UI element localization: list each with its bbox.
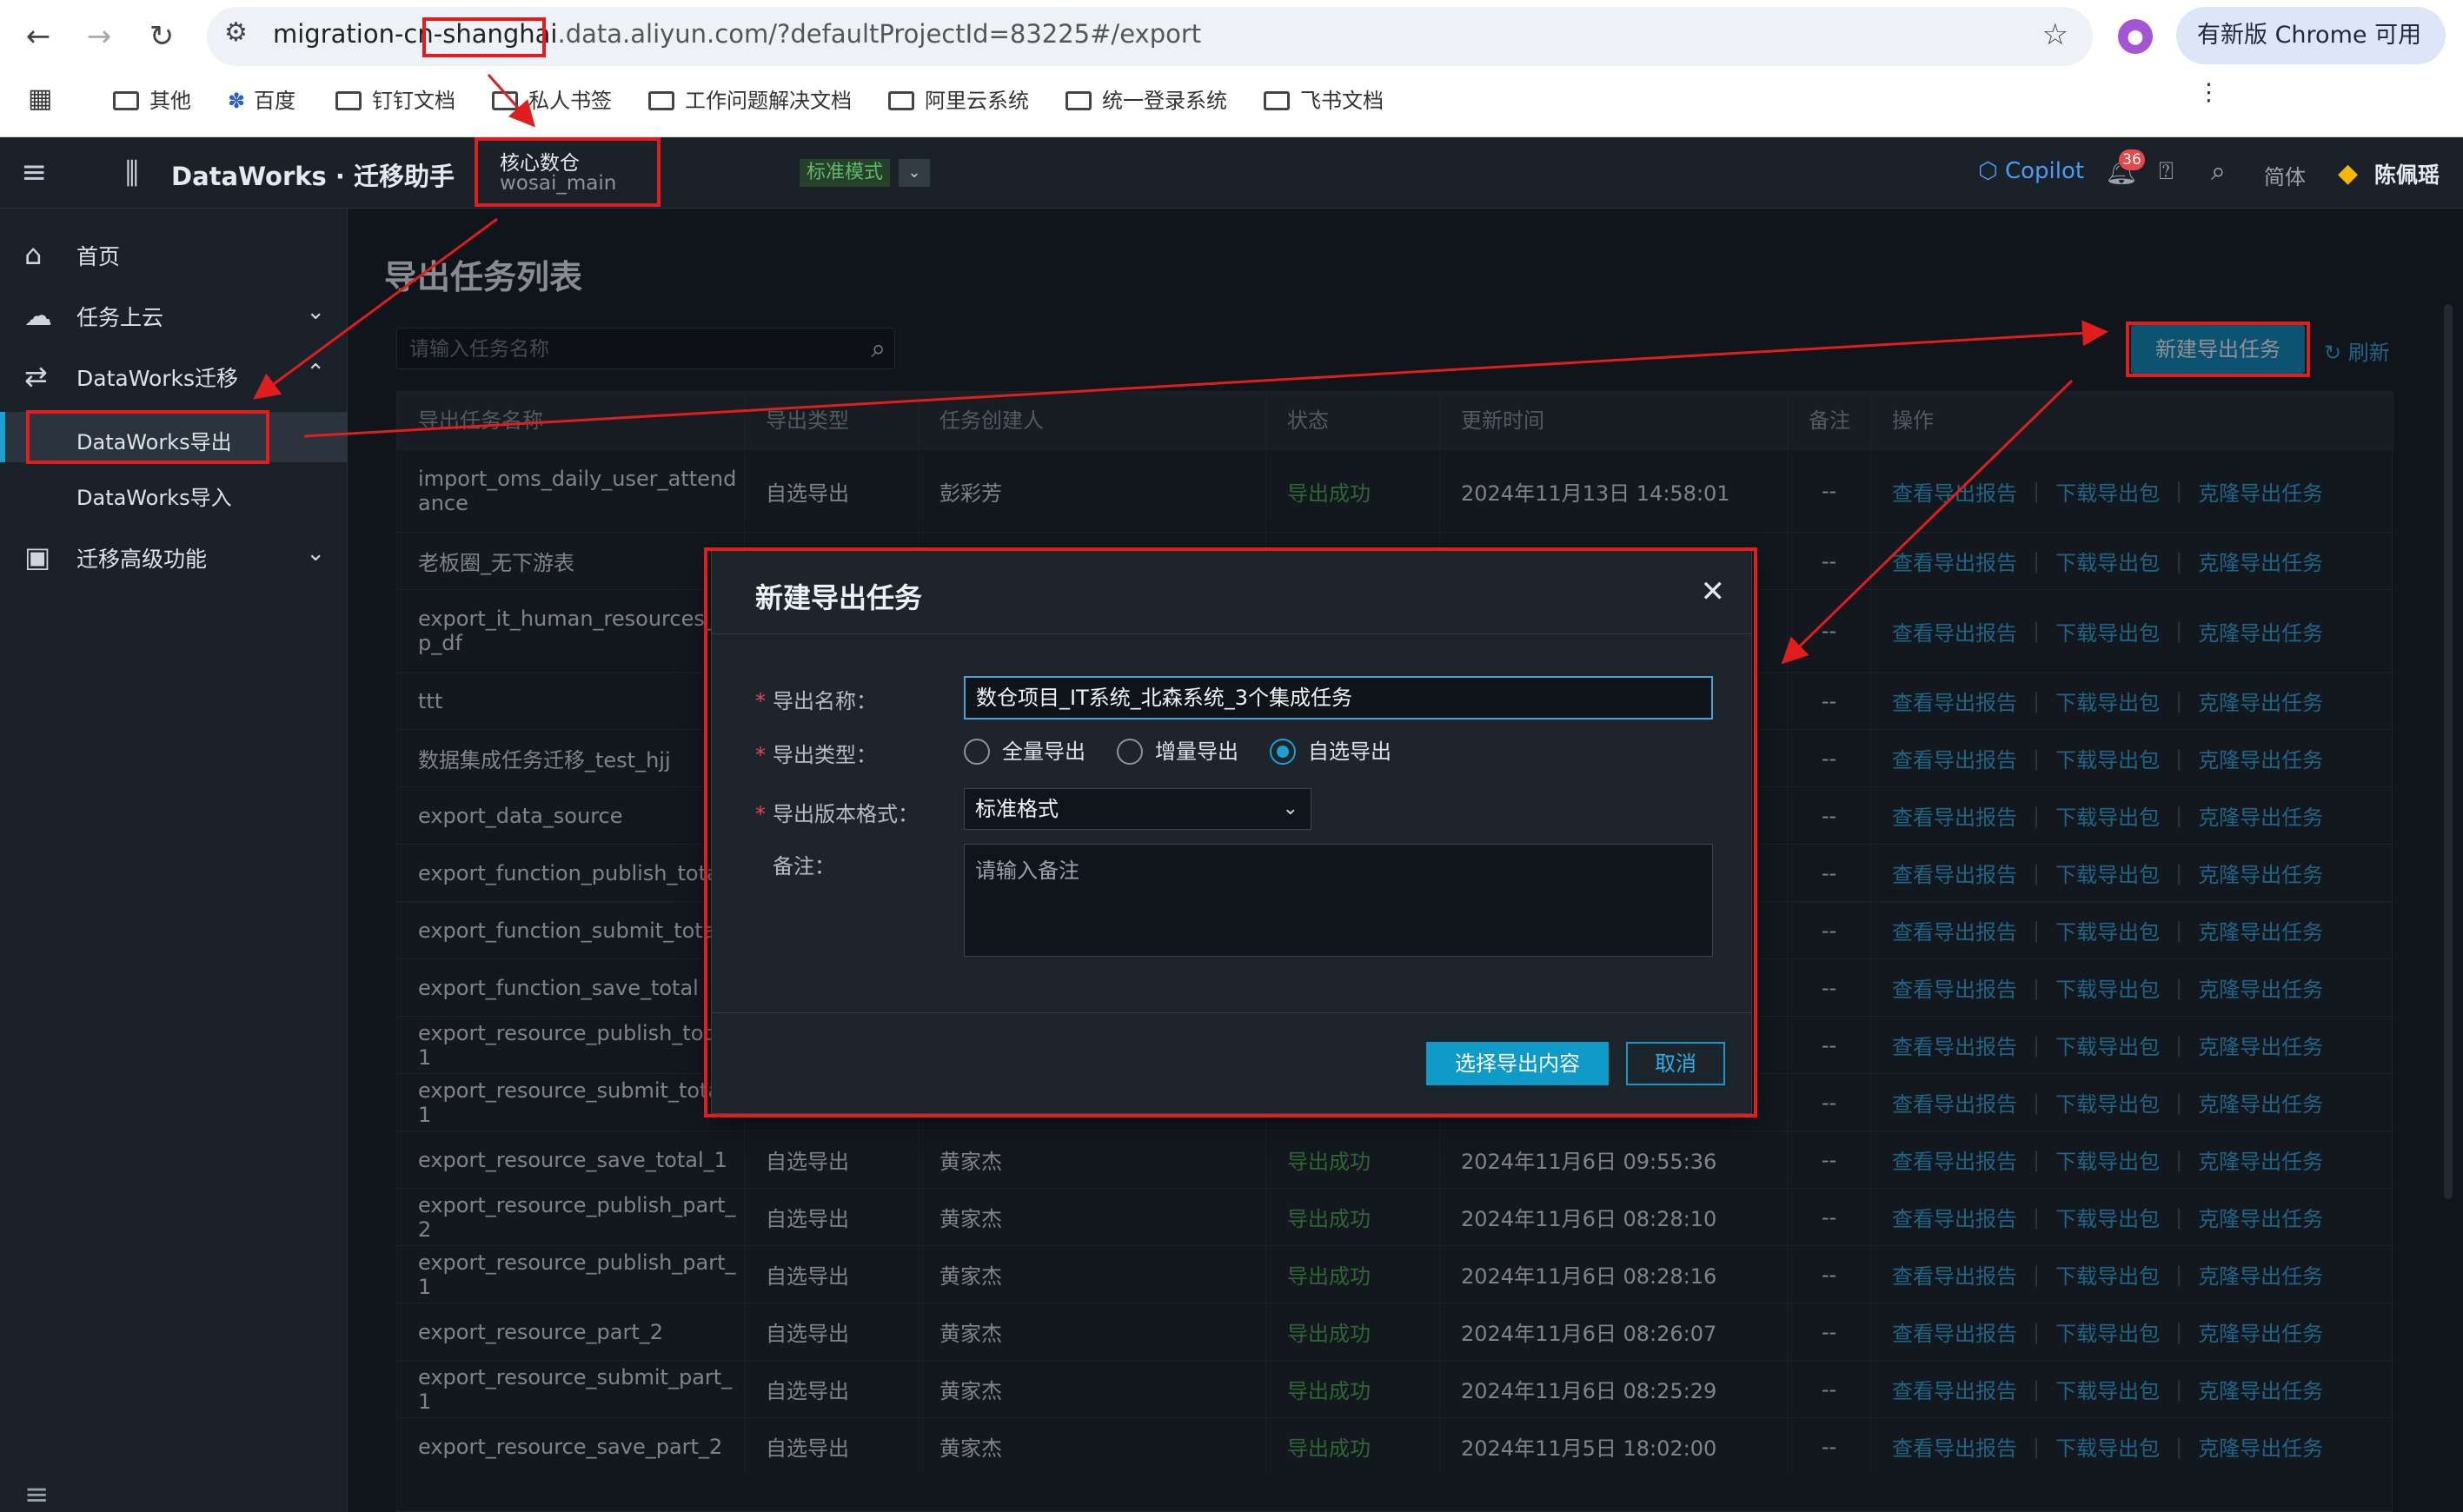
bookmark-private[interactable]: 私人书签 [492,83,612,114]
menu-icon[interactable]: ≡ [21,155,47,190]
folder-icon [1264,91,1290,110]
bookmark-work-docs[interactable]: 工作问题解决文档 [648,83,852,114]
annotation-box-url [422,17,546,57]
migration-icon: ⇄ [24,360,48,393]
bookmark-other[interactable]: 其他 [113,83,191,114]
chevron-up-icon: ⌃ [306,360,325,386]
bookmark-aliyun[interactable]: 阿里云系统 [888,83,1029,114]
search-icon[interactable]: ⌕ [2211,156,2226,187]
sidebar-item-task-cloud[interactable]: ☁ 任务上云 ⌄ [0,287,348,342]
help-icon[interactable]: ⍰ [2159,156,2174,186]
notification-badge: 36 [2119,149,2145,170]
language-switch[interactable]: 简体 [2264,160,2306,190]
bookmark-star-icon[interactable]: ☆ [2042,17,2068,52]
chrome-update-button[interactable]: 有新版 Chrome 可用 ⋮ [2176,7,2446,106]
folder-icon [492,91,518,110]
chevron-down-icon: ⌄ [306,540,325,567]
forward-icon[interactable]: → [78,16,120,57]
apps-grid-icon[interactable]: ▦ [28,83,52,114]
copilot-button[interactable]: ⬡ Copilot [1978,158,2084,184]
app-title: DataWorks · 迁移助手 [171,162,455,191]
sidebar-item-import[interactable]: DataWorks导入 [0,468,348,518]
bookmark-feishu-docs[interactable]: 飞书文档 [1264,83,1384,114]
sidebar: ⌂ 首页 ☁ 任务上云 ⌄ ⇄ DataWorks迁移 ⌃ DataWorks导出 Dat… [0,209,348,1512]
reload-icon[interactable]: ↻ [141,16,183,57]
baidu-icon: ✽ [228,89,246,113]
annotation-box-workspace [475,137,661,207]
sidebar-item-advanced[interactable]: ▣ 迁移高级功能 ⌄ [0,528,348,584]
sidebar-item-migration[interactable]: ⇄ DataWorks迁移 ⌃ [0,348,348,403]
copilot-icon: ⬡ [1978,158,2005,184]
sidebar-item-home[interactable]: ⌂ 首页 [0,226,348,282]
site-settings-icon[interactable]: ⚙ [224,17,262,56]
annotation-box-export-menu [26,410,269,464]
bookmark-baidu[interactable]: ✽ 百度 [228,83,295,114]
bookmark-dingtalk-docs[interactable]: 钉钉文档 [335,83,455,114]
folder-icon [113,91,139,110]
annotation-box-new-button [2126,322,2310,377]
url-text[interactable]: migration-cn-shanghai.data.aliyun.com/?d… [273,19,1201,49]
calendar-icon: ▣ [24,540,51,574]
home-icon: ⌂ [24,238,43,271]
mode-dropdown-icon[interactable]: ⌄ [899,159,930,187]
folder-icon [335,91,362,110]
cloud-upload-icon: ☁ [24,299,52,332]
back-icon[interactable]: ← [17,16,59,57]
browser-chrome: ← → ↻ ⚙ migration-cn-shanghai.data.aliyu… [0,0,2463,137]
folder-icon [1066,91,1092,110]
user-badge-icon: ◆ [2338,158,2359,189]
dataworks-logo-icon: ⫼ [125,156,139,191]
chevron-down-icon: ⌄ [306,299,325,325]
folder-icon [888,91,914,110]
app-header: ≡ ⫼ DataWorks · 迁移助手 [0,137,2463,209]
profile-icon[interactable]: ● [2118,19,2153,54]
bookmark-sso[interactable]: 统一登录系统 [1066,83,1227,114]
annotation-box-dialog [704,547,1757,1117]
collapse-sidebar-icon[interactable]: ≡ [24,1477,50,1512]
folder-icon [648,91,674,110]
user-name[interactable]: 陈佩瑶 [2374,158,2440,189]
mode-badge[interactable]: 标准模式 [800,159,890,187]
